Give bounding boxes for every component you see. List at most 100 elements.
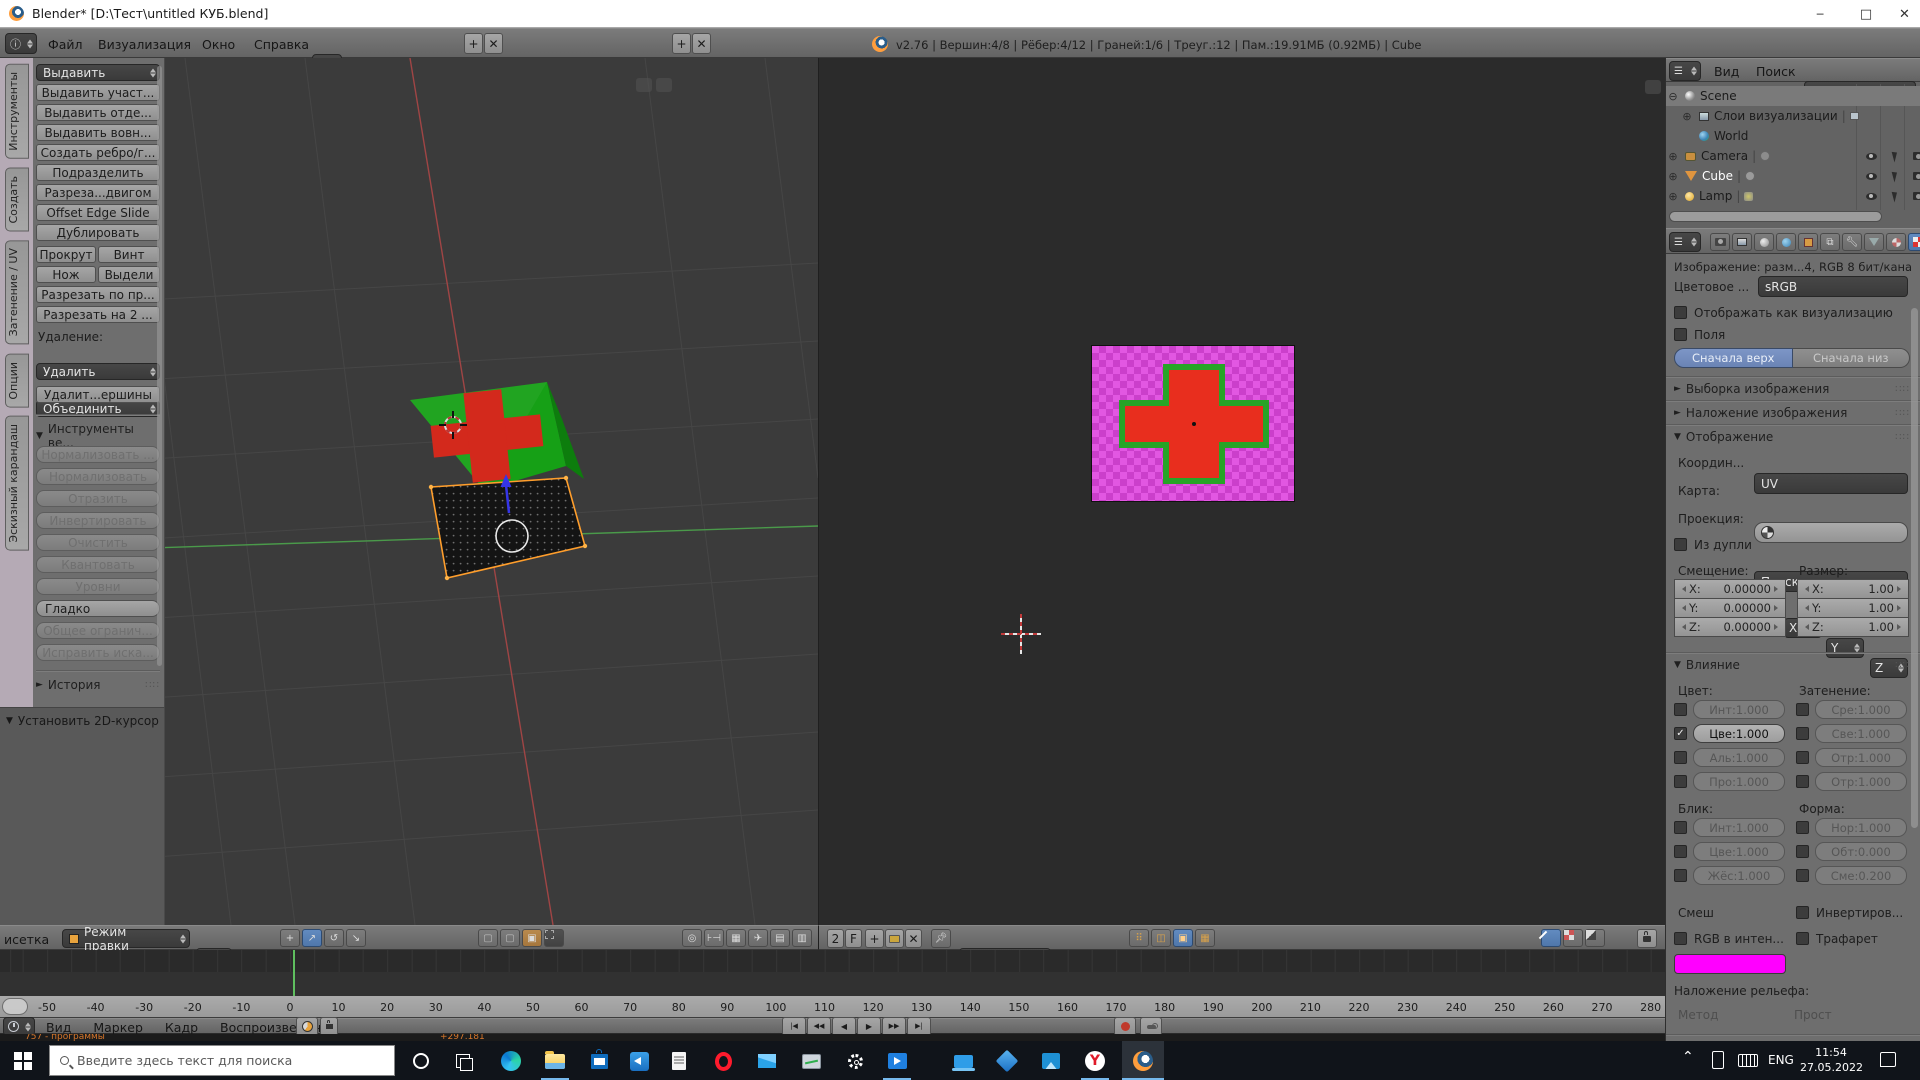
tab-scene-icon[interactable] [1754, 233, 1774, 251]
tool-button-disabled[interactable]: Уровни [36, 578, 160, 595]
tray-language[interactable]: ENG [1768, 1053, 1794, 1067]
renderability-camera-icon[interactable] [1907, 146, 1920, 166]
expander-closed-icon[interactable]: ⊕ [1680, 110, 1694, 123]
opera-icon[interactable] [706, 1045, 740, 1077]
tool-button[interactable]: Разрезать по пр... [36, 286, 160, 303]
panel-handle-icon[interactable]: ∷∷ [1895, 432, 1910, 443]
cortana-icon[interactable] [404, 1045, 438, 1077]
renderability-camera-icon[interactable] [1907, 166, 1920, 186]
tab-object-icon[interactable] [1798, 233, 1818, 251]
outliner-editor-selector[interactable]: ☰ [1669, 61, 1701, 81]
size-value-slider[interactable]: X: 1.00 [1797, 579, 1909, 599]
influence-slider[interactable]: Про:1.000 [1693, 772, 1785, 791]
expander-closed-icon[interactable]: ⊕ [1666, 190, 1680, 203]
connect-device-icon[interactable] [946, 1045, 980, 1077]
influence-checkbox[interactable] [1674, 775, 1687, 788]
unlink-image-button[interactable]: ✕ [905, 929, 922, 948]
influence-slider[interactable]: Сме:0.200 [1815, 866, 1907, 885]
axis-y-selector[interactable]: Y [1826, 638, 1864, 658]
tool-button-spin[interactable]: Прокрут [36, 246, 96, 263]
minimize-button[interactable]: ─ [1797, 0, 1843, 28]
tab-modifiers-icon[interactable]: 🔧︎ [1842, 233, 1862, 251]
maximize-button[interactable]: □ [1843, 0, 1889, 28]
task-view-icon[interactable] [446, 1045, 480, 1077]
uv-draw-mask-icon[interactable] [1585, 929, 1605, 947]
rings-icon[interactable]: ◎ [682, 929, 702, 947]
panel-handle-icon[interactable]: ∷∷ [1895, 660, 1910, 671]
tool-button-disabled[interactable]: Квантовать [36, 556, 160, 573]
tool-shelf-tab[interactable]: Инструменты [5, 64, 29, 159]
occlude-geometry-icon[interactable] [544, 929, 564, 947]
colorspace-selector[interactable]: sRGB [1758, 276, 1908, 297]
render-still-icon[interactable]: ▤ [770, 929, 790, 947]
view-as-render-checkbox[interactable] [1674, 306, 1687, 319]
uv-select-edge-icon[interactable]: ◫ [1151, 929, 1171, 947]
tool-shelf-tab[interactable]: Опции [5, 353, 29, 408]
yandex-browser-icon[interactable]: Y [1078, 1045, 1112, 1077]
notification-center-icon[interactable] [1880, 1052, 1896, 1067]
tool-button-disabled[interactable]: Нормализовать [36, 468, 160, 485]
menu-render[interactable]: Визуализация [98, 37, 191, 52]
layers-icon-2[interactable]: ▢ [500, 929, 520, 947]
sampling-section-header[interactable]: ► Выборка изображения ∷∷ [1674, 382, 1910, 396]
visibility-eye-icon[interactable] [1859, 146, 1883, 166]
manipulator-translate-icon[interactable]: ↗ [302, 929, 322, 947]
delete-menu-button[interactable]: Удалить [36, 363, 160, 380]
device-app-icon[interactable] [990, 1045, 1024, 1077]
renderability-camera-icon[interactable] [1907, 186, 1920, 206]
manipulator-axes-icon[interactable]: + [280, 929, 300, 947]
selectability-cursor-icon[interactable] [1883, 166, 1907, 186]
coords-selector[interactable]: UV [1754, 473, 1908, 494]
tool-button[interactable]: Разреза...двигом [36, 184, 160, 201]
visibility-eye-icon[interactable] [1859, 166, 1883, 186]
screen-layout-delete-button[interactable]: ✕ [484, 33, 503, 54]
influence-checkbox[interactable] [1796, 751, 1809, 764]
influence-slider[interactable]: Обт:0.000 [1815, 842, 1907, 861]
timeline-track-area[interactable] [0, 950, 1665, 996]
panel-handle-icon[interactable]: ∷∷ [1895, 408, 1910, 419]
fake-user-button[interactable]: F [845, 929, 862, 948]
selectability-cursor-icon[interactable] [1883, 146, 1907, 166]
pin-icon[interactable]: 📌︎ [931, 929, 951, 948]
timeline-menu-item[interactable]: Маркер [93, 1020, 143, 1035]
new-image-button[interactable]: + [865, 929, 884, 948]
notepad-icon[interactable] [662, 1045, 696, 1077]
offset-value-slider[interactable]: Z: 0.00000 [1674, 617, 1786, 637]
tool-button-disabled[interactable]: Очистить [36, 534, 160, 551]
expander-open-icon[interactable]: ⊖ [1666, 90, 1680, 103]
interpolation-icon[interactable]: ⊦⊣ [704, 929, 724, 947]
properties-vscrollbar[interactable] [1911, 308, 1918, 828]
tool-button[interactable]: Выдавить участ... [36, 84, 160, 101]
influence-section-header[interactable]: ▼ Влияние ∷∷ [1674, 658, 1910, 672]
influence-checkbox[interactable] [1796, 727, 1809, 740]
scene-delete-button[interactable]: ✕ [692, 33, 711, 54]
influence-checkbox[interactable] [1796, 845, 1809, 858]
fields-upper-first-button[interactable]: Сначала верх [1674, 348, 1793, 368]
tab-data-icon[interactable] [1864, 233, 1884, 251]
offset-value-slider[interactable]: Y: 0.00000 [1674, 598, 1786, 618]
tool-shelf-tab[interactable]: Затенение / UV [5, 240, 29, 345]
opengl-render-icon[interactable]: ✈ [748, 929, 768, 947]
tool-button-knife[interactable]: Нож [36, 266, 96, 283]
tool-button[interactable]: Выдавить отде... [36, 104, 160, 121]
set-2d-cursor-header[interactable]: ▼ Установить 2D-курсор [6, 714, 160, 728]
influence-slider[interactable]: Жёс:1.000 [1693, 866, 1785, 885]
menu-help[interactable]: Справка [254, 37, 309, 52]
info-editor-selector[interactable]: ⓘ [5, 33, 37, 54]
influence-checkbox[interactable] [1796, 703, 1809, 716]
smooth-button[interactable]: Гладко [36, 600, 160, 617]
influence-slider[interactable]: Сре:1.000 [1815, 700, 1907, 719]
tab-world-icon[interactable] [1776, 233, 1796, 251]
tool-button[interactable]: Разрезать на 2 ... [36, 306, 160, 323]
performance-monitor-icon[interactable] [794, 1045, 828, 1077]
outliner-menu-search[interactable]: Поиск [1756, 64, 1796, 79]
tool-button-disabled[interactable]: Отразить [36, 490, 160, 507]
size-value-slider[interactable]: Y: 1.00 [1797, 598, 1909, 618]
tool-button-disabled[interactable]: Нормализовать ... [36, 446, 160, 463]
extrude-menu-button[interactable]: Выдавить [36, 64, 160, 81]
influence-checkbox[interactable] [1674, 821, 1687, 834]
outliner-row-scene[interactable]: ⊖ Scene [1666, 86, 1920, 106]
settings-icon[interactable] [838, 1045, 872, 1077]
tab-render-icon[interactable] [1710, 233, 1730, 251]
influence-checkbox[interactable] [1796, 821, 1809, 834]
